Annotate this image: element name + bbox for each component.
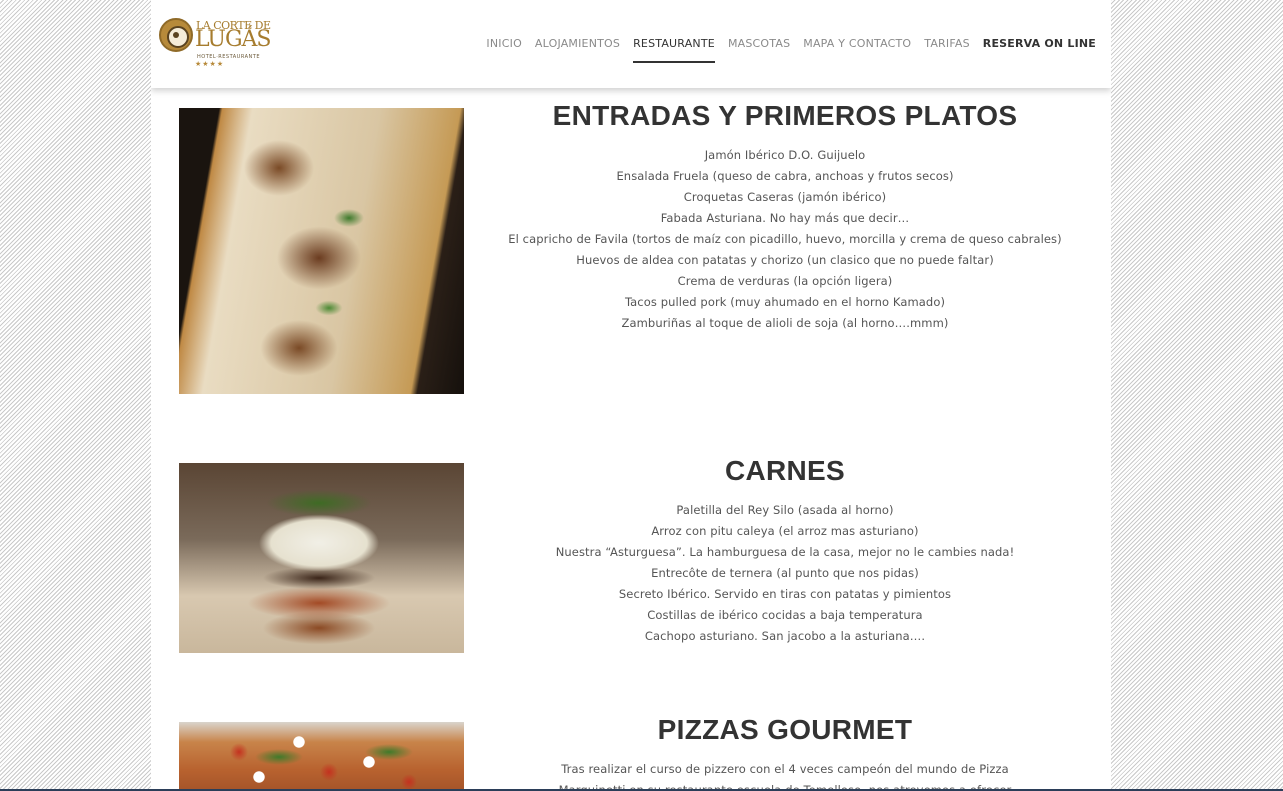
list-item: Tras realizar el curso de pizzero con el…: [561, 762, 1009, 776]
section-title: CARNES: [724, 455, 846, 486]
dish-list: Jamón Ibérico D.O. Guijuelo Ensalada Fru…: [496, 145, 1074, 334]
dish-list: Tras realizar el curso de pizzero con el…: [496, 759, 1074, 791]
list-item: Secreto Ibérico. Servido en tiras con pa…: [618, 587, 952, 601]
nav-item-reserva-online[interactable]: RESERVA ON LINE: [983, 37, 1096, 50]
list-item: Ensalada Fruela (queso de cabra, anchoas…: [616, 169, 954, 183]
list-item: Crema de verduras (la opción ligera): [677, 274, 893, 288]
list-item: Entrecôte de ternera (al punto que nos p…: [651, 566, 919, 580]
burger-photo: [179, 463, 464, 653]
nav-item-mapa-y-contacto[interactable]: MAPA Y CONTACTO: [803, 37, 911, 50]
list-item: Paletilla del Rey Silo (asada al horno): [676, 503, 894, 517]
list-item: Croquetas Caseras (jamón ibérico): [683, 190, 887, 204]
section-title: ENTRADAS Y PRIMEROS PLATOS: [552, 100, 1018, 131]
nav-item-mascotas[interactable]: MASCOTAS: [728, 37, 790, 50]
list-item: Jamón Ibérico D.O. Guijuelo: [704, 148, 866, 162]
list-item: Tacos pulled pork (muy ahumado en el hor…: [624, 295, 946, 309]
pizza-photo: [179, 722, 464, 791]
main-nav: INICIO ALOJAMIENTOS RESTAURANTE MASCOTAS…: [486, 37, 1096, 63]
section-title: PIZZAS GOURMET: [657, 714, 913, 745]
list-item: Arroz con pitu caleya (el arroz mas astu…: [651, 524, 919, 538]
logo-emblem-icon: [159, 18, 193, 52]
list-item: Cachopo asturiano. San jacobo a la astur…: [644, 629, 926, 643]
list-item: Huevos de aldea con patatas y chorizo (u…: [576, 253, 994, 267]
tacos-photo: [179, 108, 464, 394]
logo-text-line2: LUGÁS: [195, 27, 271, 52]
list-item: Zamburiñas al toque de alioli de soja (a…: [621, 316, 949, 330]
logo[interactable]: LA CORTE DE LUGÁS HOTEL·RESTAURANTE ★★★★: [159, 16, 271, 72]
page-container: LA CORTE DE LUGÁS HOTEL·RESTAURANTE ★★★★…: [151, 0, 1111, 791]
nav-item-tarifas[interactable]: TARIFAS: [924, 37, 970, 50]
dish-list: Paletilla del Rey Silo (asada al horno) …: [496, 500, 1074, 647]
site-header: LA CORTE DE LUGÁS HOTEL·RESTAURANTE ★★★★…: [151, 0, 1111, 88]
list-item: El capricho de Favila (tortos de maíz co…: [508, 232, 1062, 246]
list-item: Fabada Asturiana. No hay más que decir…: [660, 211, 910, 225]
nav-item-alojamientos[interactable]: ALOJAMIENTOS: [535, 37, 620, 50]
nav-item-inicio[interactable]: INICIO: [486, 37, 522, 50]
list-item: Costillas de ibérico cocidas a baja temp…: [647, 608, 923, 622]
list-item: Nuestra “Asturguesa”. La hamburguesa de …: [555, 545, 1015, 559]
nav-item-restaurante[interactable]: RESTAURANTE: [633, 37, 715, 63]
logo-stars: ★★★★: [195, 60, 225, 68]
